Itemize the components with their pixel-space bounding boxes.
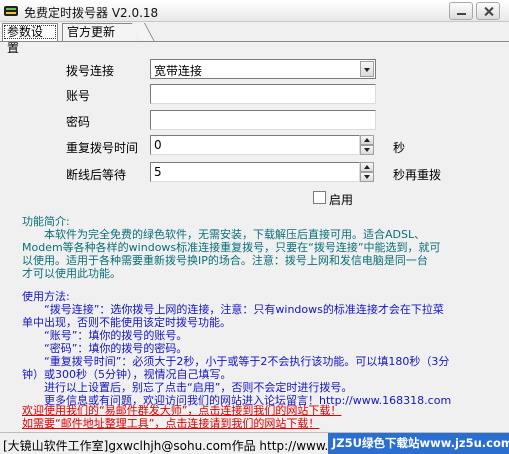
app-icon [4, 6, 18, 16]
title-bar: 免费定时拨号器 V2.0.18 [0, 0, 509, 22]
usage-line: 单中出现，否则不能使用该定时拨号功能。 [22, 316, 231, 329]
intro-line: 以使用。适用于各种需要重新拨号换IP的场合。注意：拨号上网和发信电脑是同一台 [22, 254, 428, 267]
password-input[interactable] [150, 110, 376, 130]
connection-value: 宽带连接 [154, 64, 203, 78]
tab-strip: 参数设置 官方更新 [0, 23, 509, 55]
password-label: 密码 [66, 115, 91, 129]
reconnect-label: 断线后等待 [66, 168, 127, 182]
minimize-button[interactable] [449, 2, 473, 20]
usage-heading: 使用方法: [22, 290, 70, 303]
redial-stepper[interactable] [360, 135, 374, 155]
promo-link-mailer[interactable]: 欢迎使用我们的“易邮件群发大师”，点击连接到我们的网站下载！ [22, 404, 498, 417]
usage-line: 进行以上设置后，别忘了点击“启用”，否则不会定时进行拨号。 [22, 381, 353, 394]
intro-line: 才可以使用此功能。 [22, 267, 121, 280]
enable-checkbox[interactable] [313, 191, 326, 204]
stepper-up-icon[interactable] [360, 162, 374, 172]
chevron-down-icon[interactable] [360, 61, 374, 77]
usage-line: 钟）或300秒（5分钟），视情况自己填写。 [22, 368, 232, 381]
account-input[interactable] [150, 84, 376, 104]
account-label: 账号 [66, 89, 91, 103]
stepper-up-icon[interactable] [360, 135, 374, 145]
close-button[interactable] [476, 2, 500, 20]
reconnect-unit: 秒再重拨 [393, 168, 442, 182]
enable-label: 启用 [329, 193, 354, 207]
status-bar: [大镜山软件工作室]gxwclhjh@sohu.com作品 http://www… [0, 432, 509, 454]
intro-line: Modem等各种各样的windows标准连接重复拨号，只要在“拨号连接”中能选到… [22, 241, 441, 254]
params-panel: 拨号连接 宽带连接 账号 密码 重复拨号时间 0 秒 断线后等待 5 秒再重拨 … [0, 42, 509, 430]
usage-section: 使用方法: “拨号连接”：选你拨号上网的连接，注意：只有windows的标准连接… [22, 290, 496, 407]
usage-line: “账号”：填你的拨号的账号。 [22, 329, 188, 342]
usage-line: “重复拨号时间”：必须大于2秒，小于或等于2不会执行该功能。可以填180秒（3分 [22, 355, 450, 368]
tab-official-update[interactable]: 官方更新 [62, 23, 136, 41]
intro-line: 本软件为完全免费的绿色软件，无需安装，下载解压后直接可用。适合ADSL、 [22, 228, 426, 241]
window-title: 免费定时拨号器 V2.0.18 [24, 6, 159, 20]
stepper-down-icon[interactable] [360, 172, 374, 182]
connection-select[interactable]: 宽带连接 [150, 59, 376, 79]
promo-link-address-tool[interactable]: 如需要“邮件地址整理工具”，点击连接请到我们的网站下载！ [22, 417, 498, 430]
usage-line: “拨号连接”：选你拨号上网的连接，注意：只有windows的标准连接才会在下拉菜 [22, 303, 444, 316]
stepper-down-icon[interactable] [360, 145, 374, 155]
intro-heading: 功能简介: [22, 215, 70, 228]
reconnect-input[interactable]: 5 [150, 162, 360, 182]
watermark-banner: JZ5U绿色下载站www.jz5u.com [328, 433, 509, 454]
usage-line: “密码”：填你的拨号的密码。 [22, 342, 188, 355]
promo-section: 欢迎使用我们的“易邮件群发大师”，点击连接到我们的网站下载！ 如需要“邮件地址整… [22, 404, 498, 430]
status-text: [大镜山软件工作室]gxwclhjh@sohu.com作品 http://www… [3, 439, 328, 453]
intro-section: 功能简介: 本软件为完全免费的绿色软件，无需安装，下载解压后直接可用。适合ADS… [22, 215, 492, 280]
redial-unit: 秒 [393, 141, 406, 155]
tab-params[interactable]: 参数设置 [2, 23, 58, 55]
redial-label: 重复拨号时间 [66, 141, 139, 155]
redial-input[interactable]: 0 [150, 135, 360, 155]
connection-label: 拨号连接 [66, 64, 115, 78]
reconnect-stepper[interactable] [360, 162, 374, 182]
